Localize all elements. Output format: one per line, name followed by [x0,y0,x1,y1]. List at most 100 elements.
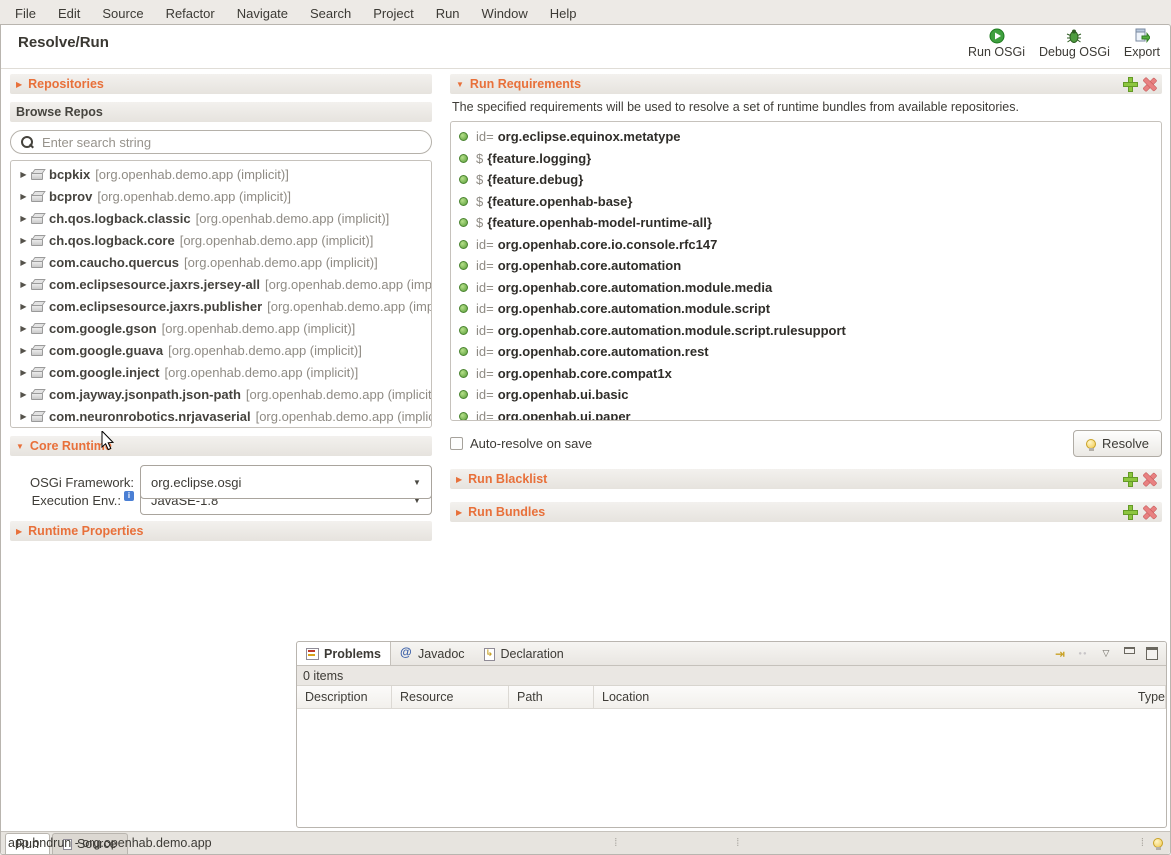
expand-arrow-icon[interactable]: ▶ [17,236,30,245]
expand-arrow-icon[interactable]: ▶ [17,412,30,421]
requirement-item[interactable]: id= org.openhab.core.automation.rest [459,341,1161,363]
menu-item[interactable]: Source [91,2,154,25]
requirement-item[interactable]: id= org.openhab.core.automation.module.m… [459,277,1161,299]
section-collapsed-arrow-icon[interactable]: ▶ [456,475,462,484]
expand-arrow-icon[interactable]: ▶ [17,390,30,399]
chevron-down-icon[interactable]: ▼ [403,466,431,498]
menu-item[interactable]: Run [425,2,471,25]
view-menu-icon[interactable] [1098,646,1114,662]
requirement-item[interactable]: id= org.openhab.ui.basic [459,384,1161,406]
requirement-item[interactable]: $ {feature.logging} [459,148,1161,170]
minimize-icon[interactable] [1121,646,1137,662]
repo-search-input[interactable] [42,135,421,150]
column-header[interactable]: Path [509,686,594,708]
requirement-item[interactable]: id= org.openhab.core.automation.module.s… [459,320,1161,342]
repo-list-item[interactable]: ▶ com.caucho.quercus [org.openhab.demo.a… [11,251,431,273]
column-header[interactable]: Location [594,686,1130,708]
requirement-item[interactable]: $ {feature.openhab-base} [459,191,1161,213]
expand-arrow-icon[interactable]: ▶ [17,258,30,267]
auto-resolve-checkbox[interactable] [450,437,463,450]
menu-item[interactable]: Project [362,2,424,25]
expand-arrow-icon[interactable]: ▶ [17,280,30,289]
expand-arrow-icon[interactable]: ▶ [17,214,30,223]
menu-item[interactable]: Window [471,2,539,25]
section-expanded-arrow-icon[interactable]: ▼ [16,442,24,451]
remove-blacklist-icon[interactable] [1143,473,1156,486]
requirement-item[interactable]: $ {feature.debug} [459,169,1161,191]
drag-handle[interactable]: ⁞ [1141,837,1143,849]
bundle-icon [30,256,46,269]
resolve-button[interactable]: Resolve [1073,430,1162,457]
run-blacklist-section-header[interactable]: ▶ Run Blacklist [450,469,1162,489]
runtime-properties-section-header[interactable]: ▶ Runtime Properties [10,521,432,541]
run-requirements-section-header[interactable]: ▼ Run Requirements [450,74,1162,94]
view-tab[interactable]: Declaration [474,642,573,665]
view-tab[interactable]: Problems [297,642,391,665]
left-form-column: ▶ Repositories Browse Repos ▶ [10,74,432,541]
repo-list-item[interactable]: ▶ com.google.gson [org.openhab.demo.app … [11,317,431,339]
expand-arrow-icon[interactable]: ▶ [17,170,30,179]
bundle-icon [30,234,46,247]
section-collapsed-arrow-icon[interactable]: ▶ [456,508,462,517]
expand-arrow-icon[interactable]: ▶ [17,192,30,201]
expand-arrow-icon[interactable]: ▶ [17,368,30,377]
osgi-framework-combo[interactable]: org.eclipse.osgi ▼ [140,465,432,499]
requirement-item[interactable]: id= org.openhab.ui.paper [459,406,1161,422]
section-collapsed-arrow-icon[interactable]: ▶ [16,80,22,89]
repo-list-item[interactable]: ▶ bcprov [org.openhab.demo.app (implicit… [11,185,431,207]
menu-item[interactable]: Help [539,2,588,25]
repo-list-item[interactable]: ▶ bcpkix [org.openhab.demo.app (implicit… [11,163,431,185]
repo-list-item[interactable]: ▶ com.google.guava [org.openhab.demo.app… [11,339,431,361]
repo-search-box[interactable] [10,130,432,154]
filter-icon[interactable] [1075,646,1091,662]
drag-handle[interactable]: ⁞ [614,837,616,849]
menu-item[interactable]: Edit [47,2,91,25]
menu-item[interactable]: File [4,2,47,25]
repo-list-item[interactable]: ▶ ch.qos.logback.classic [org.openhab.de… [11,207,431,229]
export-button[interactable]: Export [1124,28,1160,59]
focus-on-task-icon[interactable] [1052,646,1068,662]
column-header[interactable]: Resource [392,686,509,708]
section-collapsed-arrow-icon[interactable]: ▶ [16,527,22,536]
core-runtime-section-header[interactable]: ▼ Core Runtime [10,436,432,456]
notification-lightbulb-icon[interactable] [1153,838,1163,848]
repo-list-item[interactable]: ▶ ch.qos.logback.core [org.openhab.demo.… [11,229,431,251]
expand-arrow-icon[interactable]: ▶ [17,324,30,333]
remove-bundle-icon[interactable] [1143,506,1156,519]
repo-list-item[interactable]: ▶ com.eclipsesource.jaxrs.publisher [org… [11,295,431,317]
add-blacklist-icon[interactable] [1124,473,1137,486]
repo-list-item[interactable]: ▶ com.google.inject [org.openhab.demo.ap… [11,361,431,383]
requirement-item[interactable]: $ {feature.openhab-model-runtime-all} [459,212,1161,234]
remove-requirement-icon[interactable] [1143,78,1156,91]
requirement-item[interactable]: id= org.openhab.core.automation.module.s… [459,298,1161,320]
expand-arrow-icon[interactable]: ▶ [17,302,30,311]
repo-list-item[interactable]: ▶ com.eclipsesource.jaxrs.jersey-all [or… [11,273,431,295]
requirement-item[interactable]: id= org.openhab.core.io.console.rfc147 [459,234,1161,256]
run-osgi-button[interactable]: Run OSGi [968,28,1025,59]
editor-area: app x Resolve/Run Run OSGi Debug OSGi [0,60,871,628]
drag-handle[interactable]: ⁞ [736,837,738,849]
repo-list-item[interactable]: ▶ com.neuronrobotics.nrjavaserial [org.o… [11,405,431,427]
maximize-icon[interactable] [1144,646,1160,662]
repositories-section-header[interactable]: ▶ Repositories [10,74,432,94]
column-header[interactable]: Type [1130,686,1166,708]
requirement-item[interactable]: id= org.openhab.core.compat1x [459,363,1161,385]
menu-item[interactable]: Search [299,2,362,25]
view-tab[interactable]: Javadoc [391,642,474,665]
debug-osgi-button[interactable]: Debug OSGi [1039,28,1110,59]
add-requirement-icon[interactable] [1124,78,1137,91]
bottom-tab-bar: Problems Javadoc Declaration [297,642,1166,666]
expand-arrow-icon[interactable]: ▶ [17,346,30,355]
section-expanded-arrow-icon[interactable]: ▼ [456,80,464,89]
add-bundle-icon[interactable] [1124,506,1137,519]
requirement-item[interactable]: id= org.openhab.core.automation [459,255,1161,277]
status-bar: app.bndrun - org.openhab.demo.app ⁞ ⁞ ⁞ [0,830,1171,855]
column-header[interactable]: Description [297,686,392,708]
run-bundles-section-header[interactable]: ▶ Run Bundles [450,502,1162,522]
requirement-item[interactable]: id= org.eclipse.equinox.metatype [459,126,1161,148]
menu-item[interactable]: Navigate [226,2,299,25]
repo-list-item[interactable]: ▶ com.jayway.jsonpath.json-path [org.ope… [11,383,431,405]
menu-item[interactable]: Refactor [155,2,226,25]
bundle-icon [30,212,46,225]
bundle-bullet-icon [459,412,468,421]
